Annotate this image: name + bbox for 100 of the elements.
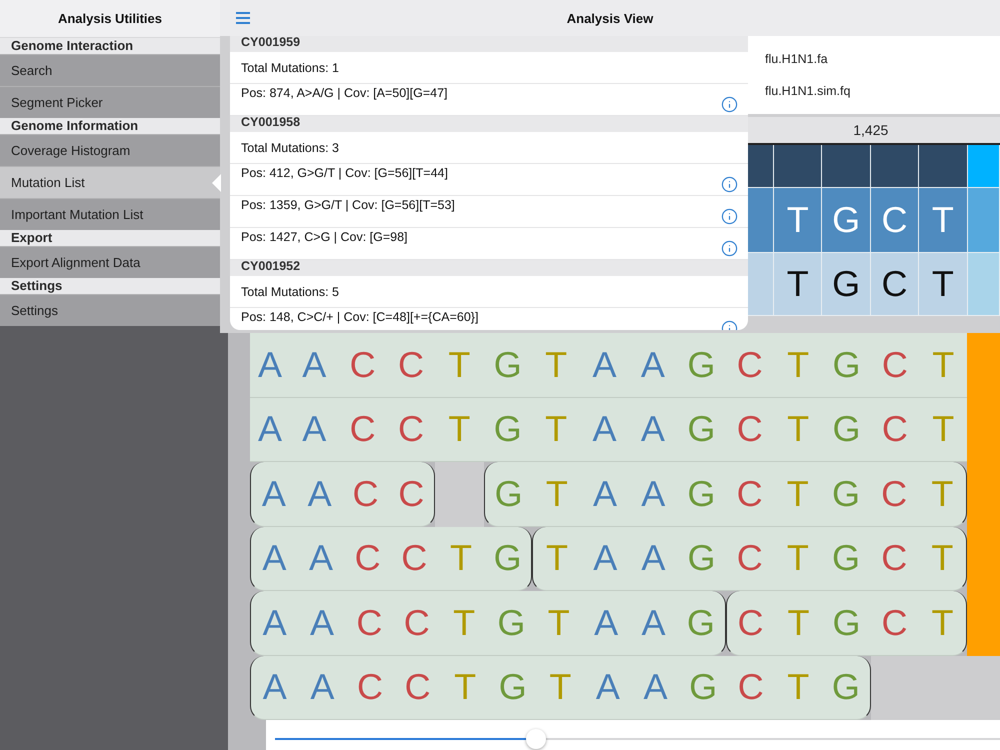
variant-cell xyxy=(967,591,1000,656)
reference-cell: G xyxy=(822,253,871,316)
base-letter: C xyxy=(396,342,425,387)
consensus-cell: C xyxy=(870,188,920,253)
base-letter: T xyxy=(930,600,954,645)
base-letter: A xyxy=(256,407,283,452)
base-letter: T xyxy=(930,472,954,516)
total-mutations: Total Mutations: 1 xyxy=(230,52,748,84)
reference-cell: C xyxy=(870,253,920,316)
base-letter: C xyxy=(736,665,765,710)
sidebar-item[interactable]: Important Mutation List xyxy=(0,198,220,230)
file-name: flu.H1N1.fa xyxy=(765,52,829,66)
base-letter: C xyxy=(351,472,380,516)
sidebar-item[interactable]: Coverage Histogram xyxy=(0,134,220,166)
base-letter: A xyxy=(593,600,620,645)
total-mutations: Total Mutations: 3 xyxy=(230,132,748,164)
reference-cell: T xyxy=(774,253,822,316)
base-letter: A xyxy=(308,536,334,580)
base-letter: T xyxy=(545,536,570,580)
base-letter: T xyxy=(548,665,572,710)
mutation-text: Pos: 1359, G>G/T | Cov: [G=56][T=53] xyxy=(241,198,455,214)
reference-cell: T xyxy=(919,253,968,316)
base-letter: A xyxy=(592,407,618,452)
sidebar-item[interactable]: Mutation List xyxy=(0,166,220,198)
base-letter: C xyxy=(396,407,425,452)
base-letter: G xyxy=(831,600,862,645)
base-letter: T xyxy=(786,600,810,645)
base-letter: G xyxy=(686,472,716,516)
base-letter: A xyxy=(640,342,666,387)
gap-cell xyxy=(967,656,1000,720)
base-letter: A xyxy=(261,536,288,580)
base-letter: A xyxy=(309,665,336,710)
base-letter: C xyxy=(355,600,384,645)
base-letter: G xyxy=(492,407,523,452)
base-letter: C xyxy=(400,536,428,580)
mutation-text: Pos: 874, A>A/G | Cov: [A=50][G=47] xyxy=(241,86,448,102)
slider-thumb[interactable] xyxy=(526,729,546,749)
mutation-text: Pos: 148, C>C/+ | Cov: [C=48][+={CA=60}] xyxy=(241,310,478,326)
base-letter: T xyxy=(786,665,810,710)
menu-icon[interactable] xyxy=(236,12,250,24)
section-header: Genome Interaction xyxy=(0,38,220,54)
info-icon[interactable] xyxy=(721,96,738,113)
base-letter: T xyxy=(930,536,954,580)
base-letter: G xyxy=(686,536,717,580)
base-letter: A xyxy=(592,342,618,387)
base-letter: T xyxy=(448,536,473,580)
base-letter: T xyxy=(786,536,810,580)
base-letter: G xyxy=(830,472,861,516)
base-letter: C xyxy=(402,600,431,645)
base-letter: C xyxy=(348,407,377,452)
base-letter: C xyxy=(356,665,384,710)
base-letter: A xyxy=(306,472,333,516)
base-letter: T xyxy=(546,600,571,645)
sidebar-item[interactable]: Settings xyxy=(0,294,220,326)
sidebar-item[interactable]: Export Alignment Data xyxy=(0,246,220,278)
mutation-text: Pos: 412, G>G/T | Cov: [G=56][T=44] xyxy=(241,166,448,182)
base-letter: A xyxy=(262,665,288,710)
base-letter: T xyxy=(544,472,569,516)
base-letter: C xyxy=(397,472,426,516)
base-letter: C xyxy=(880,342,909,387)
base-letter: A xyxy=(592,472,618,516)
group-header: CY001959 xyxy=(230,36,748,52)
base-letter: C xyxy=(404,665,432,710)
base-letter: C xyxy=(880,407,909,452)
view-title: Analysis View xyxy=(566,10,654,26)
sidebar-item[interactable]: Segment Picker xyxy=(0,86,220,118)
base-letter: A xyxy=(260,472,287,516)
base-letter: G xyxy=(686,600,716,645)
popover-arrow xyxy=(212,174,221,192)
base-letter: G xyxy=(831,407,862,452)
base-letter: G xyxy=(494,472,524,516)
base-letter: A xyxy=(301,407,328,452)
base-letter: G xyxy=(492,536,523,580)
base-letter: G xyxy=(498,665,528,710)
group-header: CY001952 xyxy=(230,260,748,276)
sidebar-title: Analysis Utilities xyxy=(0,0,220,38)
base-letter: A xyxy=(640,600,666,645)
base-letter: C xyxy=(736,600,764,645)
base-letter: A xyxy=(640,472,666,516)
consensus-cell: G xyxy=(822,188,871,253)
base-letter: T xyxy=(931,342,956,387)
section-header: Export xyxy=(0,230,220,246)
base-letter: C xyxy=(736,472,764,516)
base-letter: G xyxy=(830,665,861,710)
base-letter: A xyxy=(640,536,666,580)
base-letter: G xyxy=(831,342,862,387)
base-letter: T xyxy=(452,600,476,645)
consensus-cell: T xyxy=(919,188,968,253)
info-icon[interactable] xyxy=(721,240,738,257)
base-letter: G xyxy=(496,600,526,645)
base-letter: C xyxy=(880,600,908,645)
info-icon[interactable] xyxy=(721,208,738,225)
mutation-text: Pos: 1427, C>G | Cov: [G=98] xyxy=(241,230,408,246)
sidebar-item[interactable]: Search xyxy=(0,54,220,86)
info-icon[interactable] xyxy=(721,176,738,193)
base-letter: A xyxy=(592,536,618,580)
base-letter: T xyxy=(931,407,956,452)
position-label: 1,425 xyxy=(852,122,890,138)
base-letter: T xyxy=(447,342,472,387)
base-letter: C xyxy=(348,342,377,387)
